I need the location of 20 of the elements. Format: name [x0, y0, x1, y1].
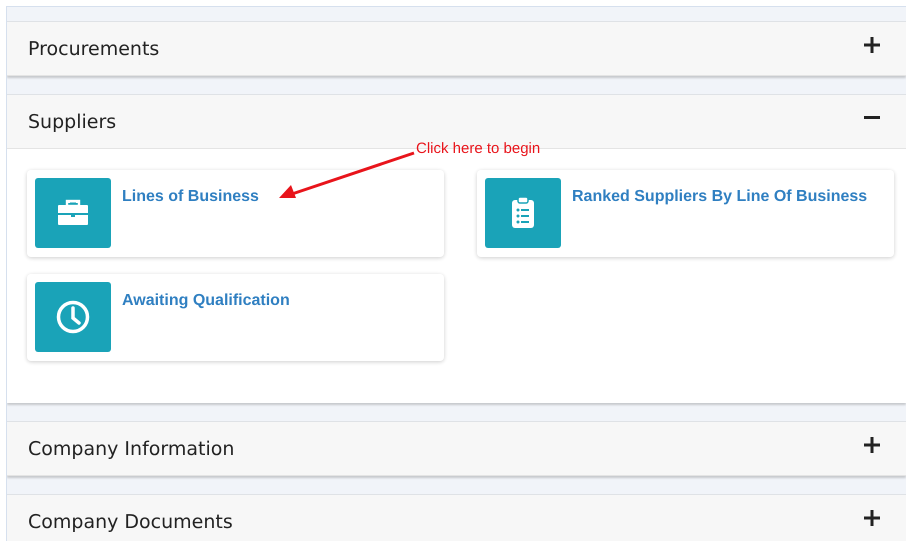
section-header[interactable]: Company Information	[7, 422, 906, 476]
tile-link[interactable]: Ranked Suppliers By Line Of Business	[572, 184, 868, 210]
tile-card[interactable]: Awaiting Qualification	[27, 274, 444, 361]
section-title: Suppliers	[28, 110, 116, 132]
briefcase-icon	[35, 178, 111, 248]
tile-link[interactable]: Awaiting Qualification	[122, 288, 290, 314]
plus-icon	[864, 510, 880, 526]
tile-link[interactable]: Lines of Business	[122, 184, 259, 210]
clipboard-icon	[485, 178, 561, 248]
minus-icon	[864, 116, 880, 119]
tile-card[interactable]: Lines of Business	[27, 170, 444, 257]
plus-icon	[864, 37, 880, 53]
section-title: Procurements	[28, 38, 160, 60]
plus-icon	[864, 437, 880, 453]
section-header[interactable]: Company Documents	[7, 495, 906, 541]
section-title: Company Documents	[28, 510, 233, 532]
tile-card[interactable]: Ranked Suppliers By Line Of Business	[477, 170, 894, 257]
section-title: Company Information	[28, 438, 234, 460]
clock-icon	[35, 282, 111, 352]
section-header[interactable]: Procurements	[7, 22, 906, 76]
